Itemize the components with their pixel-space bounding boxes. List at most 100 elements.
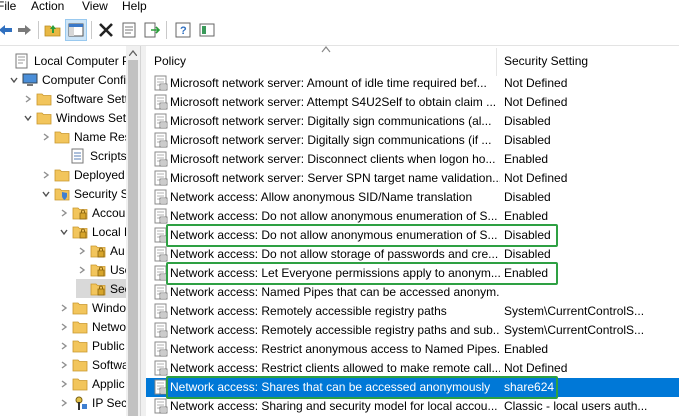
tree-item-windo[interactable]: Windo xyxy=(58,298,126,317)
chevron-down-icon[interactable] xyxy=(8,74,20,86)
chevron-right-icon[interactable] xyxy=(22,93,34,105)
policy-row[interactable]: Microsoft network server: Digitally sign… xyxy=(146,131,679,150)
policy-row[interactable]: Network access: Restrict anonymous acces… xyxy=(146,340,679,359)
policy-row[interactable]: Network access: Named Pipes that can be … xyxy=(146,283,679,302)
tree-item-applic[interactable]: Applic xyxy=(58,374,125,393)
policy-name: Network access: Restrict anonymous acces… xyxy=(170,342,500,356)
menu-view[interactable]: View xyxy=(82,0,108,13)
policy-icon xyxy=(154,360,168,376)
computer-config-icon xyxy=(22,72,38,88)
chevron-right-icon[interactable] xyxy=(58,359,70,371)
menu-file[interactable]: File xyxy=(0,0,16,13)
tree-item-advan[interactable]: Advan xyxy=(58,412,126,416)
tree-item-label: Computer Config xyxy=(42,72,133,87)
tree-item-netwo[interactable]: Netwo xyxy=(58,317,126,336)
chevron-right-icon[interactable] xyxy=(58,302,70,314)
tree-item-label: Au xyxy=(110,243,125,258)
security-setting-value: Not Defined xyxy=(504,171,568,185)
help-icon[interactable]: ? xyxy=(172,19,194,41)
chevron-right-icon[interactable] xyxy=(58,378,70,390)
delete-icon[interactable] xyxy=(95,19,117,41)
policy-row-selected[interactable]: Network access: Shares that can be acces… xyxy=(146,378,679,397)
policy-row[interactable]: Network access: Sharing and security mod… xyxy=(146,397,679,416)
properties-icon[interactable] xyxy=(118,19,140,41)
tree-item-security-se[interactable]: Security Se xyxy=(40,184,135,203)
column-header-security-setting[interactable]: Security Setting xyxy=(496,46,679,76)
policy-row[interactable]: Network access: Remotely accessible regi… xyxy=(146,321,679,340)
chevron-right-icon[interactable] xyxy=(76,245,88,257)
policy-icon xyxy=(154,132,168,148)
tree-item-softwa[interactable]: Softwa xyxy=(58,355,129,374)
security-setting-value: Classic - local users auth... xyxy=(504,399,648,413)
security-setting-value: Enabled xyxy=(504,266,549,280)
chevron-right-icon[interactable] xyxy=(58,340,70,352)
tree-item-accou[interactable]: Accou xyxy=(58,203,125,222)
tree-item-ip-secu[interactable]: IP Secu xyxy=(58,393,134,412)
chevron-right-icon[interactable] xyxy=(76,264,88,276)
scroll-up-icon[interactable] xyxy=(126,46,140,60)
policy-row[interactable]: Microsoft network server: Disconnect cli… xyxy=(146,150,679,169)
policy-row[interactable]: Microsoft network server: Attempt S4U2Se… xyxy=(146,93,679,112)
folder-icon xyxy=(72,319,88,335)
policy-row[interactable]: Network access: Restrict clients allowed… xyxy=(146,359,679,378)
chevron-right-icon[interactable] xyxy=(58,207,70,219)
up-folder-icon[interactable] xyxy=(42,19,64,41)
folder-icon xyxy=(36,91,52,107)
chevron-down-icon[interactable] xyxy=(58,226,70,238)
menu-help[interactable]: Help xyxy=(122,0,147,13)
policy-row[interactable]: Network access: Do not allow storage of … xyxy=(146,245,679,264)
tree-item-computer-config[interactable]: Computer Config xyxy=(8,70,133,89)
tree-item-local-computer-polic[interactable]: Local Computer Polic xyxy=(0,51,140,70)
no-expander xyxy=(0,55,12,67)
tree-scrollbar[interactable] xyxy=(126,46,140,416)
chevron-right-icon[interactable] xyxy=(40,131,52,143)
tree-item-local-p[interactable]: Local P xyxy=(58,222,132,241)
show-tree-icon[interactable] xyxy=(65,19,87,41)
policy-row[interactable]: Microsoft network server: Server SPN tar… xyxy=(146,169,679,188)
tree-item-windows-sett[interactable]: Windows Sett xyxy=(22,108,129,127)
tree-item-software-setti[interactable]: Software Setti xyxy=(22,89,131,108)
forward-arrow-icon[interactable] xyxy=(14,19,36,41)
console-tree[interactable]: Local Computer Polic Computer Config Softw… xyxy=(0,46,140,416)
chevron-right-icon[interactable] xyxy=(40,169,52,181)
policy-row[interactable]: Network access: Remotely accessible regi… xyxy=(146,302,679,321)
policy-name: Microsoft network server: Attempt S4U2Se… xyxy=(170,95,497,109)
chevron-down-icon[interactable] xyxy=(22,112,34,124)
folder-icon xyxy=(72,376,88,392)
policy-icon xyxy=(154,113,168,129)
chevron-right-icon[interactable] xyxy=(58,321,70,333)
tree-item-label: Software Setti xyxy=(56,91,131,106)
policy-row[interactable]: Microsoft network server: Amount of idle… xyxy=(146,74,679,93)
policy-icon xyxy=(154,398,168,414)
policy-name: Network access: Sharing and security mod… xyxy=(170,399,498,413)
tree-scroll-thumb[interactable] xyxy=(128,60,138,416)
policy-row[interactable]: Network access: Let Everyone permissions… xyxy=(146,264,679,283)
tree-item-au[interactable]: Au xyxy=(76,241,125,260)
tree-item-public[interactable]: Public xyxy=(58,336,125,355)
policy-row[interactable]: Network access: Do not allow anonymous e… xyxy=(146,207,679,226)
column-header-policy[interactable]: Policy xyxy=(146,46,496,76)
policy-row[interactable]: Network access: Do not allow anonymous e… xyxy=(146,226,679,245)
computer-policy-icon xyxy=(14,53,30,69)
menu-action[interactable]: Action xyxy=(31,0,64,13)
tree-item-name-res[interactable]: Name Res xyxy=(40,127,131,146)
tree-item-use[interactable]: Use xyxy=(76,260,131,279)
console-icon[interactable] xyxy=(196,19,218,41)
policy-row[interactable]: Microsoft network server: Digitally sign… xyxy=(146,112,679,131)
export-list-icon[interactable] xyxy=(141,19,163,41)
tree-item-deployed[interactable]: Deployed xyxy=(40,165,125,184)
policy-icon xyxy=(154,322,168,338)
chevron-down-icon[interactable] xyxy=(40,188,52,200)
svg-text:?: ? xyxy=(180,25,187,37)
policy-icon xyxy=(154,208,168,224)
security-setting-value: System\CurrentControlS... xyxy=(504,323,645,337)
tree-item-sec[interactable]: Sec xyxy=(76,279,131,298)
security-setting-value: share624 xyxy=(504,380,555,394)
policy-name: Network access: Allow anonymous SID/Name… xyxy=(170,190,473,204)
policy-name: Network access: Named Pipes that can be … xyxy=(170,285,500,299)
policy-name: Microsoft network server: Amount of idle… xyxy=(170,76,487,90)
policy-row[interactable]: Network access: Allow anonymous SID/Name… xyxy=(146,188,679,207)
policy-name: Network access: Shares that can be acces… xyxy=(170,380,491,394)
security-setting-value: Not Defined xyxy=(504,95,568,109)
chevron-right-icon[interactable] xyxy=(58,397,70,409)
